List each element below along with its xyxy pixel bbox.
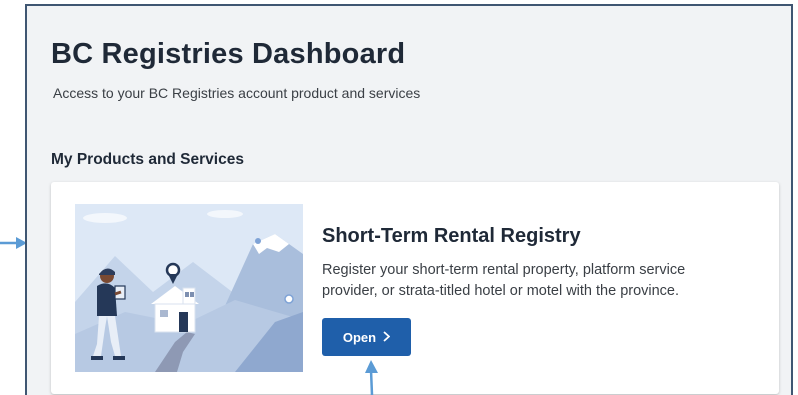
- open-button-label: Open: [342, 329, 377, 345]
- product-card-str: Short-Term Rental Registry Register your…: [51, 182, 779, 394]
- chevron-right-icon: [383, 330, 391, 344]
- open-button[interactable]: Open: [322, 318, 411, 356]
- card-title: Short-Term Rental Registry: [322, 225, 581, 247]
- annotation-arrow-up: [365, 360, 378, 395]
- dashboard-frame: BC Registries Dashboard Access to your B…: [25, 4, 793, 395]
- person-house-mountains-illustration: [75, 204, 303, 372]
- section-title: My Products and Services: [51, 151, 244, 168]
- card-description: Register your short-term rental property…: [322, 262, 686, 299]
- page-subtitle: Access to your BC Registries account pro…: [53, 85, 421, 101]
- annotation-arrow-right: [0, 237, 27, 249]
- page-title: BC Registries Dashboard: [51, 38, 406, 70]
